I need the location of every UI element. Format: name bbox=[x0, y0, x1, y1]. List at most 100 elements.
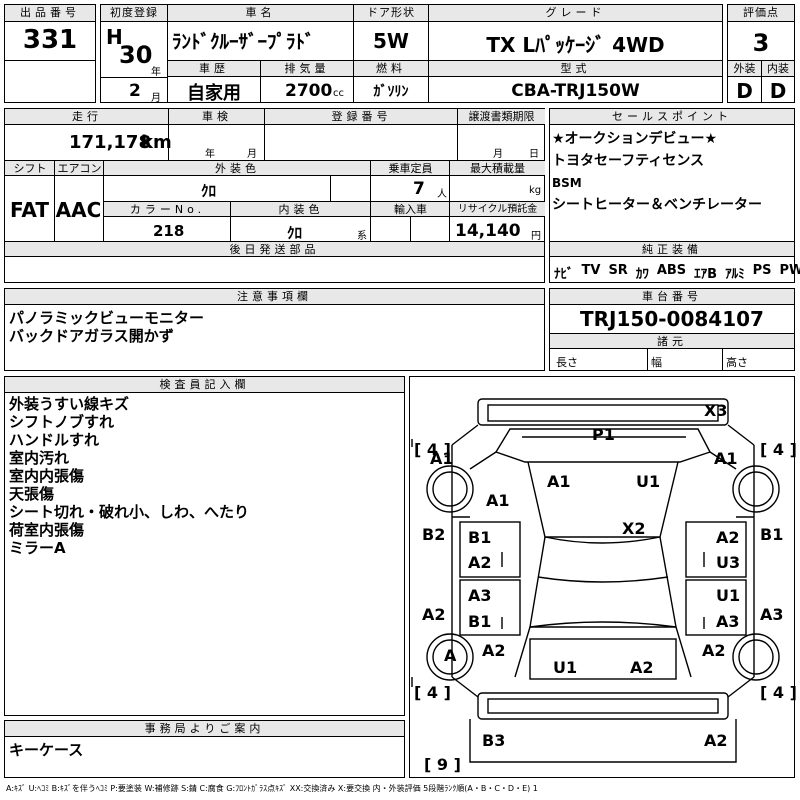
damage-label: A2 bbox=[422, 605, 446, 624]
spare-tire: [ 9 ] bbox=[424, 755, 461, 774]
mileage-unit: km bbox=[141, 132, 172, 153]
car-name-box: 車名 ﾗﾝﾄﾞｸﾙｰｻﾞｰﾌﾟﾗﾄﾞ bbox=[167, 4, 354, 61]
damage-label: A1 bbox=[430, 449, 454, 468]
exterior-header: 外装 bbox=[728, 61, 761, 77]
specs-header: 諸元 bbox=[550, 334, 794, 349]
caution-header: 注意事項欄 bbox=[5, 289, 544, 305]
interior-grade-box: 内装 D bbox=[761, 60, 795, 103]
damage-label: U1 bbox=[716, 586, 741, 605]
sales-point-2: トヨタセーフティセンス bbox=[552, 153, 705, 169]
grade-box: グレード TX Lﾊﾟｯｹｰｼﾞ 4WD bbox=[428, 4, 723, 61]
car-name: ﾗﾝﾄﾞｸﾙｰｻﾞｰﾌﾟﾗﾄﾞ bbox=[172, 31, 315, 53]
transfer-day-unit: 日 bbox=[529, 149, 539, 160]
caution-line: パノラミックビューモニター bbox=[9, 309, 205, 327]
score: 3 bbox=[752, 29, 770, 57]
equipment-item: ｴｱB bbox=[694, 267, 718, 282]
interior-grade: D bbox=[769, 79, 787, 103]
chassis-no: TRJ150-0084107 bbox=[580, 307, 764, 331]
damage-label: A1 bbox=[486, 491, 510, 510]
inspector-line: シート切れ・破れ小、しわ、へたり bbox=[9, 503, 250, 521]
ext-color: ｸﾛ bbox=[201, 182, 217, 200]
capacity-unit: 人 bbox=[437, 189, 447, 200]
chassis-header: 車台番号 bbox=[550, 289, 794, 305]
history-box: 車歴 自家用 bbox=[167, 60, 261, 104]
spec-width: 幅 bbox=[651, 356, 662, 369]
detail-block: 走行 車検 登録番号 譲渡書類期限 171,178 km 年 月 月 日 シフト… bbox=[4, 108, 545, 283]
recycle: 14,140 bbox=[455, 221, 521, 241]
mileage-header: 走行 bbox=[5, 109, 169, 125]
damage-label: A2 bbox=[716, 528, 740, 547]
later-parts-header: 後日発送部品 bbox=[5, 242, 544, 257]
equipment-item: ｶﾜ bbox=[635, 267, 649, 282]
model-code-header: 型式 bbox=[429, 61, 722, 77]
damage-label: A3 bbox=[760, 605, 784, 624]
score-header: 評価点 bbox=[728, 5, 794, 22]
lot-blank bbox=[4, 60, 96, 103]
inspector-line: 天張傷 bbox=[9, 485, 55, 503]
damage-label: U1 bbox=[636, 472, 661, 491]
door-type: 5W bbox=[373, 29, 409, 53]
shift: FAT bbox=[10, 198, 49, 222]
exterior-grade: D bbox=[736, 79, 753, 103]
int-color-suffix: 系 bbox=[357, 231, 367, 242]
damage-label: A1 bbox=[547, 472, 571, 491]
model-code-box: 型式 CBA-TRJ150W bbox=[428, 60, 723, 103]
car-name-header: 車名 bbox=[168, 5, 353, 22]
displacement: 2700 bbox=[285, 81, 333, 101]
exterior-grade-box: 外装 D bbox=[727, 60, 762, 103]
recycle-unit: 円 bbox=[531, 231, 541, 242]
inspector-line: ハンドルすれ bbox=[9, 431, 100, 449]
damage-label: U1 bbox=[553, 658, 578, 677]
fuel: ｶﾞｿﾘﾝ bbox=[373, 84, 409, 100]
fuel-box: 燃料 ｶﾞｿﾘﾝ bbox=[353, 60, 429, 103]
displacement-box: 排気量 2700 cc bbox=[260, 60, 354, 103]
reg-no-header: 登録番号 bbox=[264, 109, 458, 125]
max-load-header: 最大積載量 bbox=[449, 161, 545, 176]
equipment-item: TV bbox=[581, 263, 601, 278]
damage-label: A3 bbox=[716, 612, 740, 631]
lot-number: 331 bbox=[22, 25, 78, 55]
ext-color-header: 外装色 bbox=[103, 161, 371, 176]
inspector-line: ミラーA bbox=[9, 539, 66, 557]
reg-month: 2 bbox=[129, 81, 141, 101]
office-box: 事務局よりご案内 キーケース bbox=[4, 720, 405, 778]
transfer-header: 譲渡書類期限 bbox=[457, 109, 545, 125]
model-code: CBA-TRJ150W bbox=[511, 81, 640, 101]
lot-number-box: 出品番号 331 bbox=[4, 4, 96, 61]
month-unit: 月 bbox=[151, 93, 161, 104]
inspector-line: 室内汚れ bbox=[9, 449, 70, 467]
inspector-box: 検査員記入欄 外装うすい線キズ シフトノブすれ ハンドルすれ 室内汚れ 室内内張… bbox=[4, 376, 405, 716]
spec-height: 高さ bbox=[726, 356, 748, 369]
equipment-item: PS bbox=[752, 263, 772, 278]
caution-box: 注意事項欄 パノラミックビューモニター バックドアガラス開かず bbox=[4, 288, 545, 371]
equipment-item: ｱﾙﾐ bbox=[725, 267, 745, 282]
history: 自家用 bbox=[187, 83, 241, 104]
damage-label: A2 bbox=[704, 731, 728, 750]
door-header: ドア形状 bbox=[354, 5, 428, 22]
interior-header: 内装 bbox=[762, 61, 794, 77]
equipment-item: ABS bbox=[656, 263, 687, 278]
equipment-list: ﾅﾋﾞ TV SR ｶﾜ ABS ｴｱB ｱﾙﾐ PS PW bbox=[554, 263, 800, 282]
car-diagram: [ 4 ] [ 4 ] [ 4 ] [ 4 ] [ 9 ] X3 P1 A1 A… bbox=[409, 376, 797, 778]
displacement-unit: cc bbox=[333, 88, 344, 99]
damage-label: A2 bbox=[630, 658, 654, 677]
import-header: 輸入車 bbox=[370, 202, 450, 217]
equipment-item: SR bbox=[608, 263, 628, 278]
inspector-line: 外装うすい線キズ bbox=[9, 395, 130, 413]
capacity-header: 乗車定員 bbox=[370, 161, 450, 176]
displacement-header: 排気量 bbox=[261, 61, 353, 77]
shift-header: シフト bbox=[5, 161, 55, 176]
aircon-header: エアコン bbox=[54, 161, 104, 176]
caution-line: バックドアガラス開かず bbox=[9, 327, 174, 345]
legend: A:ｷｽﾞ U:ﾍｺﾐ B:ｷｽﾞを伴うﾍｺﾐ P:要塗装 W:補修跡 S:錆 … bbox=[6, 784, 538, 793]
aircon: AAC bbox=[55, 198, 102, 222]
recycle-header: リサイクル預託金 bbox=[449, 202, 545, 217]
damage-label: X3 bbox=[704, 401, 728, 420]
int-color-header: 内装色 bbox=[230, 202, 371, 217]
damage-label: U3 bbox=[716, 553, 741, 572]
damage-label: X2 bbox=[622, 519, 646, 538]
year-unit: 年 bbox=[151, 67, 161, 78]
inspector-line: 荷室内張傷 bbox=[9, 521, 85, 539]
grade-header: グレード bbox=[429, 5, 722, 22]
inspection-year-unit: 年 bbox=[205, 149, 215, 160]
